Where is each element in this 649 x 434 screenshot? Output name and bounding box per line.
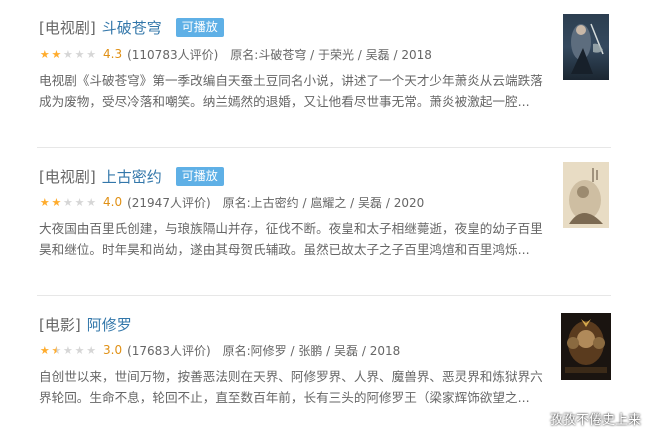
star-rating: ★ ★ ★ ★ ★	[39, 197, 97, 208]
type-tag: [电视剧]	[39, 18, 96, 37]
poster-image[interactable]	[563, 14, 609, 80]
title-link[interactable]: 上古密约	[102, 166, 162, 187]
poster-image[interactable]	[563, 162, 609, 228]
title-link[interactable]: 阿修罗	[87, 314, 132, 335]
rating-row: ★ ★ ★ ★ ★ 3.0 (17683人评价) 原名:阿修罗 / 张鹏 / 吴磊 / …	[39, 341, 400, 359]
type-tag: [电视剧]	[39, 167, 96, 186]
star-icon: ★	[74, 195, 85, 209]
result-item: [电视剧] 上古密约 可播放 ★ ★ ★ ★ ★ 4.0 (21947人评价) 原名:上…	[0, 148, 649, 296]
star-icon: ★	[86, 195, 97, 209]
poster-doupo-cangqiong-icon	[563, 14, 609, 80]
star-icon: ★	[51, 195, 62, 209]
rating-score: 4.0	[103, 195, 123, 209]
star-icon: ★	[74, 47, 85, 61]
title-row: [电视剧] 斗破苍穹 可播放	[39, 16, 224, 38]
star-rating: ★ ★ ★ ★ ★	[39, 49, 97, 60]
meta-info: 原名:阿修罗 / 张鹏 / 吴磊 / 2018	[222, 343, 401, 358]
star-icon: ★	[74, 343, 85, 357]
star-icon: ★	[39, 195, 50, 209]
star-icon: ★	[39, 343, 50, 357]
play-badge[interactable]: 可播放	[175, 17, 224, 37]
rating-score: 3.0	[103, 343, 123, 357]
meta-info: 原名:斗破苍穹 / 于荣光 / 吴磊 / 2018	[230, 47, 432, 62]
rating-score: 4.3	[103, 47, 123, 61]
play-badge[interactable]: 可播放	[175, 166, 224, 186]
result-item: [电视剧] 斗破苍穹 可播放 ★ ★ ★ ★ ★ 4.3 (110783人评价) 原名:…	[0, 0, 649, 148]
star-icon: ★	[39, 47, 50, 61]
title-link[interactable]: 斗破苍穹	[102, 17, 162, 38]
star-rating: ★ ★ ★ ★ ★	[39, 345, 97, 356]
vote-count: (21947人评价)	[127, 195, 211, 210]
vote-count: (17683人评价)	[127, 343, 211, 358]
title-row: [电影] 阿修罗	[39, 313, 132, 335]
description: 大夜国由百里氏创建，与琅族隔山并存，征伐不断。夜皇和太子相继薨逝，夜皇的幼子百里…	[39, 221, 543, 257]
type-tag: [电影]	[39, 315, 81, 334]
vote-count: (110783人评价)	[127, 47, 219, 62]
title-row: [电视剧] 上古密约 可播放	[39, 165, 224, 187]
star-icon: ★	[63, 195, 73, 209]
poster-image[interactable]	[561, 313, 611, 380]
meta-info: 原名:上古密约 / 扈耀之 / 吴磊 / 2020	[222, 195, 425, 210]
star-icon: ★	[51, 343, 62, 357]
poster-shanggu-miyue-icon	[563, 162, 609, 228]
star-icon: ★	[86, 343, 97, 357]
star-icon: ★	[86, 47, 97, 61]
rating-row: ★ ★ ★ ★ ★ 4.0 (21947人评价) 原名:上古密约 / 扈耀之 / 吴磊 …	[39, 193, 424, 211]
description: 自创世以来，世间万物，按善恶法则在天界、阿修罗界、人界、魔兽界、恶灵界和炼狱界六…	[39, 369, 543, 405]
star-icon: ★	[63, 47, 73, 61]
star-icon: ★	[63, 343, 73, 357]
poster-axiuluo-icon	[561, 313, 611, 380]
star-icon: ★	[51, 47, 62, 61]
description: 电视剧《斗破苍穹》第一季改编自天蚕土豆同名小说，讲述了一个天才少年萧炎从云端跌落…	[39, 73, 543, 109]
watermark: 孜孜不倦史上来	[549, 413, 641, 428]
rating-row: ★ ★ ★ ★ ★ 4.3 (110783人评价) 原名:斗破苍穹 / 于荣光 / 吴磊…	[39, 45, 432, 63]
